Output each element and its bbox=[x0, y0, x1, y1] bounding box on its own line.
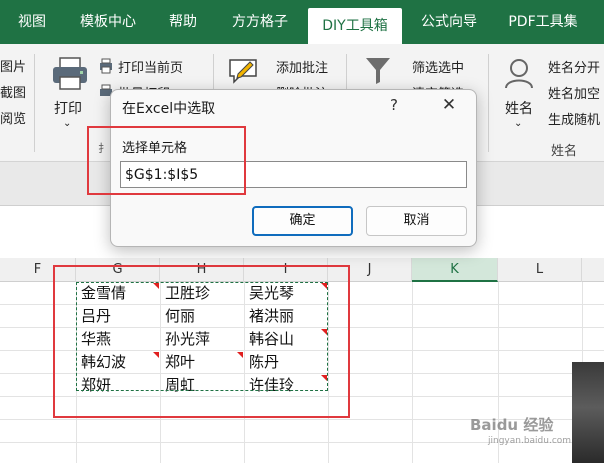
tab-view[interactable]: 视图 bbox=[8, 0, 56, 44]
print-page-icon bbox=[100, 58, 112, 74]
highlight-box-range bbox=[53, 265, 350, 418]
chevron-down-icon: ⌄ bbox=[63, 118, 72, 129]
ok-button[interactable]: 确定 bbox=[252, 206, 353, 236]
column-header-l[interactable]: L bbox=[498, 258, 582, 282]
tab-formula-wizard[interactable]: 公式向导 bbox=[410, 0, 488, 44]
tab-ffcell[interactable]: 方方格子 bbox=[220, 0, 300, 44]
print-label: 打印 bbox=[54, 101, 82, 117]
name-group-label: 姓名 bbox=[551, 144, 578, 159]
close-icon[interactable]: ✕ bbox=[439, 95, 459, 115]
ribbon-item-reading-fragment[interactable]: 阅览 bbox=[0, 108, 26, 127]
tab-help[interactable]: 帮助 bbox=[160, 0, 206, 44]
filter-icon bbox=[366, 58, 390, 84]
split-name-button[interactable]: 姓名分开 bbox=[548, 57, 600, 76]
print-button[interactable]: 打印 ⌄ bbox=[44, 54, 94, 134]
highlight-box-input bbox=[87, 126, 246, 195]
ribbon-item-image-fragment[interactable]: 图片 bbox=[0, 56, 26, 75]
cancel-button[interactable]: 取消 bbox=[366, 206, 467, 236]
add-comment-icon bbox=[229, 59, 257, 84]
name-label: 姓名 bbox=[505, 101, 533, 117]
help-icon[interactable]: ? bbox=[386, 96, 402, 116]
add-comment-button[interactable]: 添加批注 bbox=[276, 57, 328, 76]
ribbon-separator bbox=[34, 54, 35, 152]
tab-pdf-toolset[interactable]: PDF工具集 bbox=[496, 0, 590, 44]
print-current-page-button[interactable]: 打印当前页 bbox=[118, 57, 183, 76]
name-button[interactable]: 姓名 ⌄ bbox=[496, 54, 542, 138]
printer-icon bbox=[53, 57, 87, 90]
tab-template-center[interactable]: 模板中心 bbox=[68, 0, 148, 44]
person-icon bbox=[505, 59, 533, 89]
filter-selected-button[interactable]: 筛选选中 bbox=[412, 57, 464, 76]
ribbon-tab-bar: 视图 模板中心 帮助 方方格子 DIY工具箱 公式向导 PDF工具集 bbox=[0, 0, 604, 44]
watermark-text: Baidu 经验 bbox=[470, 416, 554, 434]
chevron-down-icon: ⌄ bbox=[514, 118, 523, 129]
photo-thumbnail bbox=[572, 362, 604, 463]
dialog-title: 在Excel中选取 bbox=[122, 101, 216, 117]
ribbon-item-screenshot-fragment[interactable]: 截图 bbox=[0, 82, 26, 101]
column-header-k[interactable]: K bbox=[412, 258, 498, 282]
watermark-subtext: jingyan.baidu.com bbox=[488, 436, 572, 446]
generate-random-name-button[interactable]: 生成随机 bbox=[548, 109, 600, 128]
tab-diy-toolbox[interactable]: DIY工具箱 bbox=[308, 8, 402, 44]
add-space-name-button[interactable]: 姓名加空 bbox=[548, 83, 600, 102]
ribbon-separator bbox=[488, 54, 489, 152]
